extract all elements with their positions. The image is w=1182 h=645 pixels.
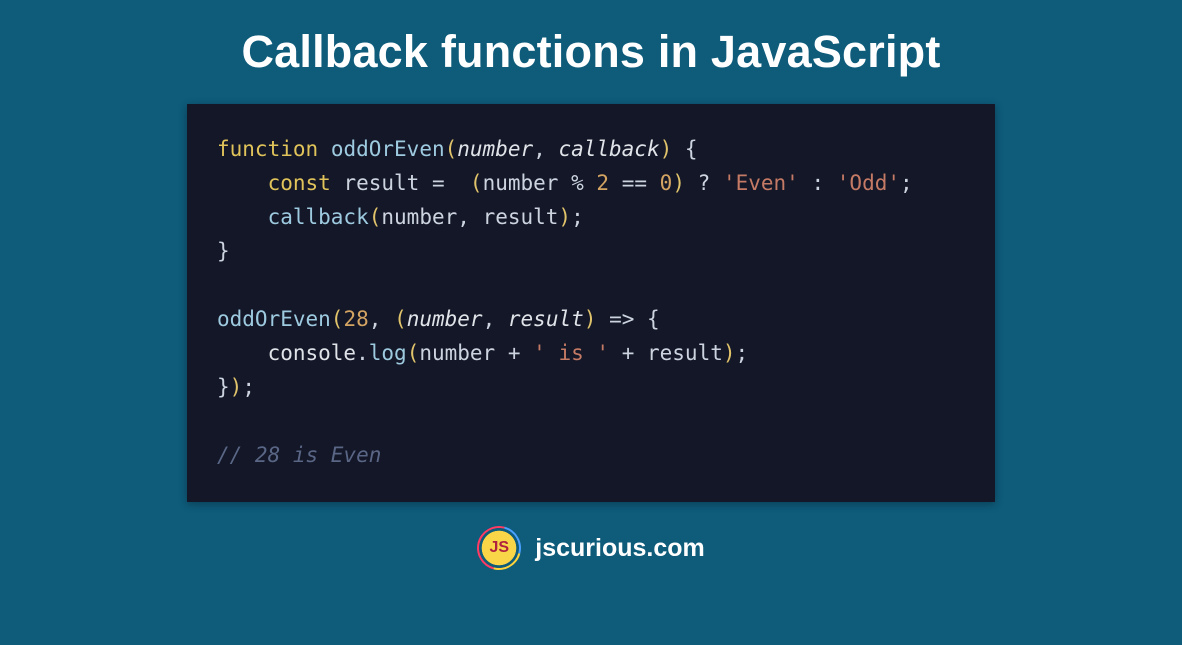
tok-comma: ,	[483, 307, 496, 331]
tok-arrow: =>	[609, 307, 634, 331]
tok-paren: (	[407, 341, 420, 365]
tok-brace: }	[217, 375, 230, 399]
tok-op: =	[432, 171, 445, 195]
tok-op: :	[811, 171, 824, 195]
tok-brace: {	[685, 137, 698, 161]
tok-param: callback	[558, 137, 659, 161]
tok-brace: {	[647, 307, 660, 331]
tok-num: 2	[596, 171, 609, 195]
tok-semi: ;	[571, 205, 584, 229]
tok-num: 0	[660, 171, 673, 195]
tok-brace: }	[217, 239, 230, 263]
tok-param: number	[457, 137, 533, 161]
tok-obj: console	[268, 341, 357, 365]
tok-str: ' is '	[533, 341, 609, 365]
logo-text: JS	[489, 539, 509, 557]
tok-paren: )	[723, 341, 736, 365]
site-name: jscurious.com	[535, 534, 705, 563]
tok-op: ==	[622, 171, 647, 195]
tok-op: +	[622, 341, 635, 365]
js-logo-icon: JS	[477, 526, 521, 570]
tok-paren: )	[672, 171, 685, 195]
tok-dot: .	[356, 341, 369, 365]
page-title: Callback functions in JavaScript	[241, 26, 940, 78]
tok-call: callback	[268, 205, 369, 229]
tok-ident: result	[483, 205, 559, 229]
code-block: function oddOrEven(number, callback) { c…	[187, 104, 995, 502]
tok-comma: ,	[457, 205, 470, 229]
tok-param: number	[407, 307, 483, 331]
tok-paren: )	[660, 137, 673, 161]
tok-ident: number	[381, 205, 457, 229]
code-content: function oddOrEven(number, callback) { c…	[217, 132, 965, 472]
tok-semi: ;	[736, 341, 749, 365]
tok-kw: function	[217, 137, 318, 161]
tok-str: 'Even'	[723, 171, 799, 195]
tok-fnname: oddOrEven	[217, 307, 331, 331]
tok-paren: )	[230, 375, 243, 399]
tok-comment: // 28 is Even	[217, 443, 381, 467]
tok-ident: number	[419, 341, 495, 365]
tok-comma: ,	[533, 137, 546, 161]
tok-num: 28	[343, 307, 368, 331]
tok-semi: ;	[900, 171, 913, 195]
tok-paren: (	[394, 307, 407, 331]
tok-op: %	[571, 171, 584, 195]
tok-paren: (	[470, 171, 483, 195]
tok-ident: number	[483, 171, 559, 195]
tok-semi: ;	[242, 375, 255, 399]
tok-str: 'Odd'	[837, 171, 900, 195]
tok-method: log	[369, 341, 407, 365]
footer: JS jscurious.com	[477, 526, 705, 570]
tok-paren: (	[331, 307, 344, 331]
tok-paren: (	[445, 137, 458, 161]
tok-op: +	[508, 341, 521, 365]
tok-comma: ,	[369, 307, 382, 331]
tok-ident: result	[647, 341, 723, 365]
tok-kw: const	[268, 171, 331, 195]
tok-param: result	[508, 307, 584, 331]
tok-ident: result	[343, 171, 419, 195]
tok-op: ?	[698, 171, 711, 195]
tok-fnname: oddOrEven	[331, 137, 445, 161]
tok-paren: )	[584, 307, 597, 331]
tok-paren: )	[558, 205, 571, 229]
tok-paren: (	[369, 205, 382, 229]
